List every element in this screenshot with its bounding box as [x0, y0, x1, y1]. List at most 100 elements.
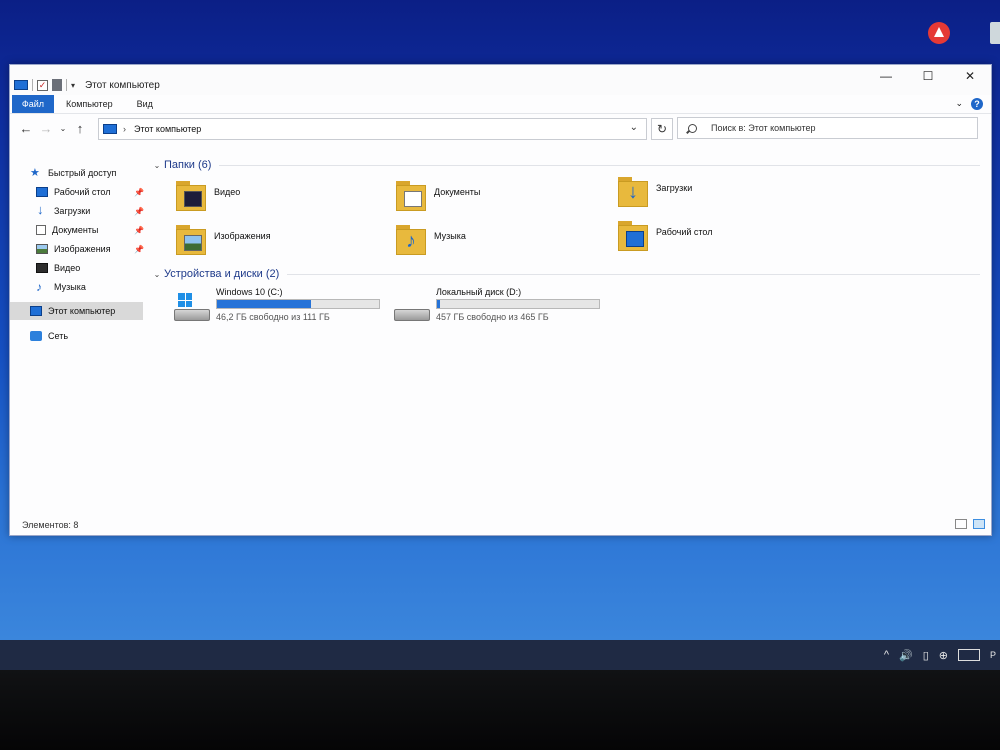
divider — [287, 273, 980, 275]
window-title: Этот компьютер — [85, 79, 160, 91]
minimize-button[interactable]: — — [865, 65, 907, 87]
recent-locations-button[interactable]: ⌄ — [56, 124, 70, 133]
folders-group-header[interactable]: ⌄ Папки (6) — [150, 157, 980, 173]
sidebar-item-pictures[interactable]: Изображения 📌 — [10, 240, 150, 258]
sidebar-item-documents[interactable]: Документы 📌 — [10, 221, 150, 239]
address-dropdown-icon[interactable]: ⌄ — [630, 122, 638, 133]
keyboard-icon[interactable] — [957, 649, 980, 661]
up-button[interactable]: ↑ — [70, 121, 90, 136]
volume-icon[interactable]: 🔊 — [899, 649, 913, 662]
desktop-shortcut-icon[interactable] — [922, 22, 956, 46]
pin-icon[interactable]: 📌 — [134, 226, 144, 235]
desktop-icon — [36, 187, 48, 197]
pin-icon[interactable]: 📌 — [134, 245, 144, 254]
close-button[interactable]: ✕ — [949, 65, 991, 87]
explorer-window: ✓ ▾ Этот компьютер — ☐ ✕ Файл Компьютер … — [9, 64, 992, 536]
folder-pictures[interactable]: Изображения — [176, 225, 386, 263]
chevron-up-icon[interactable]: ^ — [884, 649, 889, 661]
drive-c[interactable]: Windows 10 (C:) 46,2 ГБ свободно из 111 … — [174, 287, 394, 327]
breadcrumb[interactable]: Этот компьютер — [134, 124, 201, 134]
window-controls: — ☐ ✕ — [865, 65, 991, 87]
collapse-chevron-icon[interactable]: ⌄ — [150, 270, 164, 279]
divider — [219, 164, 980, 166]
pin-icon[interactable]: 📌 — [134, 188, 144, 197]
help-icon[interactable]: ? — [971, 98, 983, 110]
language-indicator[interactable]: Р — [990, 650, 996, 660]
sidebar-item-quick-access[interactable]: ★ Быстрый доступ — [10, 164, 150, 182]
sidebar-item-label: Загрузки — [54, 206, 91, 216]
computer-icon — [103, 124, 117, 134]
divider — [66, 79, 67, 91]
group-label: Папки (6) — [164, 159, 212, 171]
customize-toolbar-icon[interactable]: ▾ — [71, 81, 75, 90]
videos-icon — [36, 263, 48, 273]
network-globe-icon[interactable]: ⊕ — [939, 649, 948, 662]
usb-icon[interactable]: ▯ — [923, 649, 929, 662]
sidebar-item-music[interactable]: ♪ Музыка — [10, 278, 150, 296]
ribbon-tabs: Файл Компьютер Вид ⌄ ? — [10, 95, 991, 113]
group-label: Устройства и диски (2) — [164, 268, 280, 280]
properties-icon[interactable]: ✓ — [37, 79, 48, 91]
address-bar[interactable]: › Этот компьютер ⌄ — [98, 118, 647, 140]
sidebar-item-downloads[interactable]: Загрузки 📌 — [10, 202, 150, 220]
documents-icon — [36, 225, 46, 235]
folder-desktop[interactable]: Рабочий стол — [618, 221, 828, 259]
item-count: Элементов: 8 — [22, 520, 79, 530]
details-view-icon[interactable] — [955, 519, 967, 529]
drive-free-space: 46,2 ГБ свободно из 111 ГБ — [216, 312, 330, 322]
sidebar-item-label: Изображения — [54, 244, 111, 254]
sidebar-item-videos[interactable]: Видео — [10, 259, 150, 277]
collapse-chevron-icon[interactable]: ⌄ — [150, 161, 164, 170]
documents-folder-icon — [396, 181, 428, 211]
search-input[interactable]: Поиск в: Этот компьютер — [677, 117, 978, 139]
sidebar-item-label: Этот компьютер — [48, 306, 116, 316]
sidebar-item-network[interactable]: Сеть — [10, 327, 150, 345]
folder-label: Рабочий стол — [656, 227, 713, 237]
taskbar: ^ 🔊 ▯ ⊕ Р — [0, 640, 1000, 670]
sidebar-item-label: Рабочий стол — [54, 187, 111, 197]
navigation-pane: ★ Быстрый доступ Рабочий стол 📌 Загрузки… — [10, 145, 150, 510]
drive-usage-bar — [436, 299, 600, 309]
navigation-bar: ← → ⌄ ↑ › Этот компьютер ⌄ ↻ Поиск в: Эт… — [10, 113, 991, 143]
breadcrumb-chevron-icon[interactable]: › — [123, 124, 126, 134]
folder-downloads[interactable]: Загрузки — [618, 177, 828, 215]
title-bar: ✓ ▾ Этот компьютер — ☐ ✕ — [10, 65, 991, 95]
tab-view[interactable]: Вид — [125, 95, 165, 113]
sidebar-item-desktop[interactable]: Рабочий стол 📌 — [10, 183, 150, 201]
desktop-shortcut-icon-2[interactable] — [984, 22, 1000, 46]
tab-computer[interactable]: Компьютер — [54, 95, 125, 113]
downloads-folder-icon — [618, 177, 650, 207]
drive-d[interactable]: Локальный диск (D:) 457 ГБ свободно из 4… — [394, 287, 614, 327]
search-icon — [688, 123, 697, 133]
pin-icon[interactable]: 📌 — [134, 207, 144, 216]
star-icon: ★ — [30, 167, 40, 179]
folder-documents[interactable]: Документы — [396, 181, 606, 219]
maximize-button[interactable]: ☐ — [907, 65, 949, 87]
large-icons-view-icon[interactable] — [973, 519, 985, 529]
monitor-bezel — [0, 670, 1000, 750]
downloads-icon — [36, 202, 48, 217]
sidebar-item-this-pc[interactable]: Этот компьютер — [10, 302, 143, 320]
divider — [32, 79, 33, 91]
sidebar-item-label: Документы — [52, 225, 99, 235]
sidebar-item-label: Быстрый доступ — [48, 168, 117, 178]
sidebar-item-label: Музыка — [54, 282, 86, 292]
music-icon: ♪ — [36, 280, 42, 294]
search-placeholder: Поиск в: Этот компьютер — [711, 123, 816, 133]
local-drive-icon — [394, 293, 430, 321]
status-bar: Элементов: 8 — [10, 515, 991, 535]
sidebar-item-label: Видео — [54, 263, 81, 273]
folder-music[interactable]: Музыка — [396, 225, 606, 263]
refresh-button[interactable]: ↻ — [651, 118, 673, 140]
folder-videos[interactable]: Видео — [176, 181, 386, 219]
back-button[interactable]: ← — [16, 121, 36, 136]
forward-button[interactable]: → — [36, 121, 56, 136]
drives-group-header[interactable]: ⌄ Устройства и диски (2) — [150, 266, 980, 282]
content-pane: ⌄ Папки (6) Видео Документы Загрузки Изо… — [150, 145, 991, 515]
folder-label: Документы — [434, 187, 481, 197]
expand-ribbon-icon[interactable]: ⌄ — [955, 98, 963, 110]
computer-icon — [14, 80, 28, 90]
system-drive-icon — [174, 293, 210, 321]
new-folder-icon[interactable] — [52, 79, 62, 91]
tab-file[interactable]: Файл — [12, 95, 54, 113]
